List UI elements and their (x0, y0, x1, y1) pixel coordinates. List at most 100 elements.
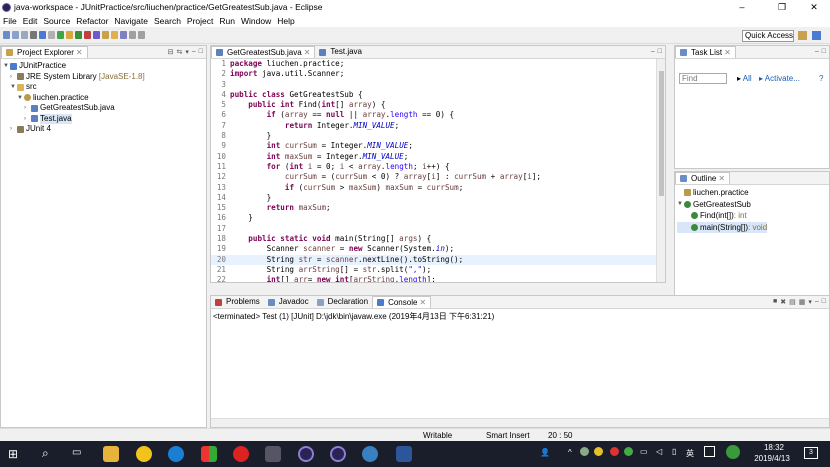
skip-icon[interactable] (48, 31, 55, 39)
junit-icon[interactable] (57, 31, 64, 39)
menu-refactor[interactable]: Refactor (73, 16, 111, 26)
close-tab-icon[interactable]: ✕ (724, 47, 731, 59)
network-icon[interactable]: ▭ (640, 447, 648, 456)
debug-icon[interactable] (39, 31, 46, 39)
maximize-view-icon[interactable]: □ (822, 298, 826, 306)
menu-search[interactable]: Search (151, 16, 184, 26)
expand-arrow-icon[interactable]: ▼ (677, 199, 684, 211)
task-find-input[interactable]: Find (679, 73, 727, 84)
menu-file[interactable]: File (0, 16, 20, 26)
tab-getgreatestsub[interactable]: GetGreatestSub.java ✕ (211, 46, 316, 59)
tab-test[interactable]: Test.java (315, 46, 366, 58)
tree-item-getgreatestsub[interactable]: › GetGreatestSub.java (3, 103, 145, 114)
editor-app-icon[interactable] (265, 446, 281, 462)
search-tool-icon[interactable] (111, 31, 118, 39)
annotation-icon[interactable] (120, 31, 127, 39)
close-tab-icon[interactable]: ✕ (76, 47, 83, 59)
maximize-button[interactable]: ❐ (768, 0, 796, 14)
outline-item-find[interactable]: Find(int[]) : int (677, 210, 767, 222)
collapse-all-icon[interactable]: ⊟ (168, 48, 174, 56)
tray-badge-icon[interactable] (726, 445, 740, 459)
close-tab-icon[interactable]: ✕ (419, 297, 426, 309)
outline-item-package[interactable]: liuchen.practice (677, 187, 767, 199)
browser-icon[interactable] (136, 446, 152, 462)
back-icon[interactable] (129, 31, 136, 39)
activate-link[interactable]: ▸ Activate... (759, 74, 800, 83)
tray-expand-icon[interactable]: ^ (568, 448, 572, 457)
tree-item-src[interactable]: ▼ src (3, 82, 145, 93)
forward-icon[interactable] (138, 31, 145, 39)
scroll-lock-icon[interactable]: ▦ (799, 298, 806, 306)
run-icon[interactable] (75, 31, 82, 39)
package-tool-icon[interactable] (66, 31, 73, 39)
tray-app-icon[interactable] (580, 447, 589, 456)
tab-declaration[interactable]: Declaration (313, 296, 372, 308)
tab-console[interactable]: Console ✕ (372, 296, 432, 309)
office-icon[interactable] (201, 446, 217, 462)
minimize-view-icon[interactable]: – (651, 48, 655, 55)
clock-time[interactable]: 18:32 (754, 443, 794, 452)
volume-icon[interactable]: ◁ (656, 447, 662, 456)
close-tab-icon[interactable]: ✕ (718, 173, 725, 185)
app-icon[interactable] (168, 446, 184, 462)
tab-task-list[interactable]: Task List ✕ (675, 46, 736, 58)
tray-app-icon[interactable] (610, 447, 619, 456)
java-perspective-icon[interactable] (812, 31, 821, 40)
remove-launch-icon[interactable]: ✖ (780, 298, 786, 306)
external-tools-icon[interactable] (84, 31, 91, 39)
new-class-icon[interactable] (93, 31, 100, 39)
open-type-icon[interactable] (102, 31, 109, 39)
tab-problems[interactable]: Problems (211, 296, 264, 308)
clear-console-icon[interactable]: ▤ (789, 298, 796, 306)
close-tab-icon[interactable]: ✕ (304, 47, 311, 59)
close-button[interactable]: ✕ (800, 0, 828, 14)
link-editor-icon[interactable]: ⇆ (176, 48, 182, 56)
print-icon[interactable] (30, 31, 37, 39)
terminate-icon[interactable]: ■ (773, 298, 777, 306)
windows-start-icon[interactable]: ⊞ (8, 448, 20, 460)
tree-item-package[interactable]: ▼ liuchen.practice (3, 93, 145, 104)
maximize-view-icon[interactable]: □ (658, 48, 662, 55)
tab-project-explorer[interactable]: Project Explorer ✕ (1, 46, 88, 58)
clock-date[interactable]: 2019/4/13 (750, 454, 794, 463)
code-area[interactable]: 1 package liuchen.practice; 2 import java.… (211, 59, 656, 282)
menu-run[interactable]: Run (216, 16, 238, 26)
tray-app-icon[interactable] (624, 447, 633, 456)
expand-arrow-icon[interactable]: › (10, 72, 17, 83)
save-all-icon[interactable] (21, 31, 28, 39)
minimize-button[interactable]: – (728, 0, 756, 14)
outline-item-main[interactable]: main(String[]) : void (677, 221, 768, 233)
outline-item-class[interactable]: ▼ GetGreatestSub (677, 199, 767, 211)
maximize-view-icon[interactable]: □ (822, 48, 826, 55)
menu-edit[interactable]: Edit (20, 16, 41, 26)
tree-item-jre[interactable]: › JRE System Library [JavaSE-1.8] (3, 72, 145, 83)
tree-item-junit[interactable]: › JUnit 4 (3, 124, 145, 135)
expand-arrow-icon[interactable]: ▼ (10, 82, 17, 93)
open-perspective-icon[interactable] (798, 31, 807, 40)
all-link[interactable]: ▸ All (737, 74, 752, 83)
editor-scrollbar[interactable] (656, 59, 665, 282)
new-icon[interactable] (3, 31, 10, 39)
word-icon[interactable] (396, 446, 412, 462)
battery-icon[interactable]: ▯ (672, 447, 676, 456)
network-app-icon[interactable] (362, 446, 378, 462)
tab-outline[interactable]: Outline ✕ (675, 172, 731, 185)
task-view-icon[interactable]: ▭ (72, 447, 81, 458)
console-hscrollbar[interactable] (211, 418, 829, 427)
eclipse-taskbar-icon-2[interactable] (330, 446, 346, 462)
menu-navigate[interactable]: Navigate (111, 16, 151, 26)
help-icon[interactable]: ? (819, 74, 823, 83)
pin-console-icon[interactable]: ▾ (808, 298, 812, 306)
file-explorer-icon[interactable] (103, 446, 119, 462)
save-icon[interactable] (12, 31, 19, 39)
menu-help[interactable]: Help (274, 16, 297, 26)
ime-language[interactable]: 英 (686, 448, 694, 459)
notification-icon[interactable]: 3 (804, 447, 818, 459)
eclipse-taskbar-icon[interactable] (298, 446, 314, 462)
minimize-view-icon[interactable]: – (192, 48, 196, 56)
menu-window[interactable]: Window (238, 16, 274, 26)
tree-item-test[interactable]: › Test.java (3, 113, 145, 125)
maximize-view-icon[interactable]: □ (199, 48, 203, 56)
expand-arrow-icon[interactable]: › (24, 114, 31, 125)
user-icon[interactable]: 👤 (540, 448, 550, 457)
